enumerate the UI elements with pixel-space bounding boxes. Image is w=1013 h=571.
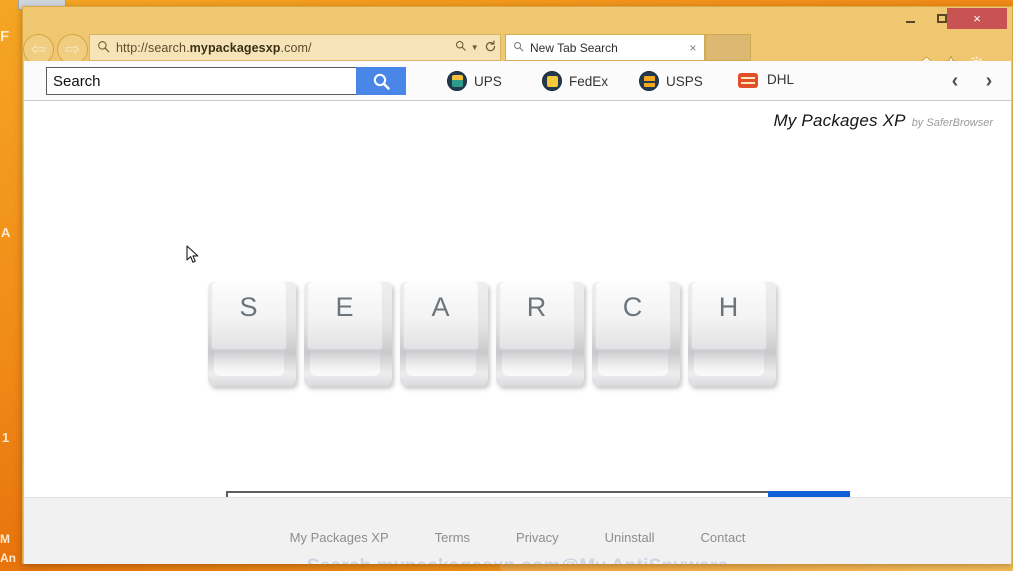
fedex-package-icon [542,71,562,91]
keycap: H [686,278,781,386]
footer-link-contact[interactable]: Contact [701,530,746,545]
carrier-link-ups[interactable]: UPS [447,71,502,91]
keycap-letter: C [622,292,644,322]
dhl-truck-icon [738,73,758,88]
keycap: R [494,278,589,386]
carrier-link-fedex[interactable]: FedEx [542,71,608,91]
keycap-letter: A [431,292,451,322]
keycap: S [206,278,301,386]
address-search-dropdown-icon[interactable]: ▼ [454,40,480,55]
keycap-letter: S [239,292,259,322]
tab-label: New Tab Search [530,40,618,55]
new-tab-button[interactable] [705,34,751,61]
toolbar-prev-arrow-icon[interactable]: ‹ [945,69,965,93]
brand-name: My Packages XP [773,111,906,130]
url-prefix: http://search. [116,40,190,55]
refresh-icon[interactable] [480,40,500,56]
carrier-label: DHL [767,72,795,87]
arrow-right-icon: ⇨ [64,39,81,59]
keycap-letter: E [335,292,355,322]
carrier-link-dhl[interactable]: DHL [738,71,794,88]
carrier-label: USPS [666,73,703,89]
desktop-partial-text: M [0,532,10,546]
desktop-partial-text: F [0,28,10,45]
window-title-bar: × [23,7,1012,31]
search-icon [373,73,390,90]
desktop-partial-text: A [1,225,11,240]
footer-link-my-packages-xp[interactable]: My Packages XP [290,530,389,545]
keycap: C [590,278,685,386]
window-close-button[interactable]: × [947,8,1007,29]
tab-close-icon[interactable]: × [682,41,704,55]
toolbar-search-button[interactable] [356,67,406,95]
search-icon [506,41,530,55]
footer-link-terms[interactable]: Terms [435,530,470,545]
footer-link-uninstall[interactable]: Uninstall [605,530,655,545]
footer-link-privacy[interactable]: Privacy [516,530,559,545]
address-bar-url: http://search.mypackagesxp.com/ [116,41,454,55]
arrow-left-icon: ⇦ [30,39,47,59]
carrier-label: FedEx [569,73,609,89]
toolbar-search-group [46,67,406,95]
usps-envelope-icon [639,71,659,91]
keycap-letter: R [526,292,548,322]
page-footer: My Packages XP Terms Privacy Uninstall C… [24,497,1011,564]
close-icon: × [973,11,981,26]
hero-search-keycaps: S E A R C H [206,268,826,386]
minimize-icon [906,21,915,23]
carrier-label: UPS [474,73,502,89]
keycap-letter: H [718,292,740,322]
url-suffix: .com/ [280,40,312,55]
toolbar-search-input[interactable] [46,67,356,95]
toolbar-next-arrow-icon[interactable]: › [979,69,999,93]
carrier-link-usps[interactable]: USPS [639,71,703,91]
desktop-partial-text: 1 [2,430,10,445]
keycap: A [398,278,493,386]
brand-byline: by SaferBrowser [911,117,993,129]
extension-toolbar: UPS FedEx USPS DHL ‹ › [24,61,1011,101]
desktop-partial-text: An [0,551,16,565]
browser-window: × ⇦ ⇨ http://search.mypackagesxp.com/ ▼ … [22,6,1013,564]
search-icon [90,40,116,56]
maximize-icon [937,14,947,23]
tab-new-tab-search[interactable]: New Tab Search × [505,34,705,61]
url-domain: mypackagesxp [189,40,281,55]
address-bar[interactable]: http://search.mypackagesxp.com/ ▼ [89,34,501,61]
brand-logo: My Packages XP by SaferBrowser [773,111,993,131]
window-minimize-button[interactable] [895,8,925,29]
footer-links: My Packages XP Terms Privacy Uninstall C… [24,530,1011,545]
page-content: My Packages XP by SaferBrowser S E A R C… [24,101,1011,564]
tab-strip: New Tab Search × [505,34,755,61]
watermark-text: Search.mypackagesxp.com@My AntiSpyware [24,556,1011,564]
keycap: E [302,278,397,386]
toolbar-paging-arrows: ‹ › [945,69,999,93]
ups-package-icon [447,71,467,91]
